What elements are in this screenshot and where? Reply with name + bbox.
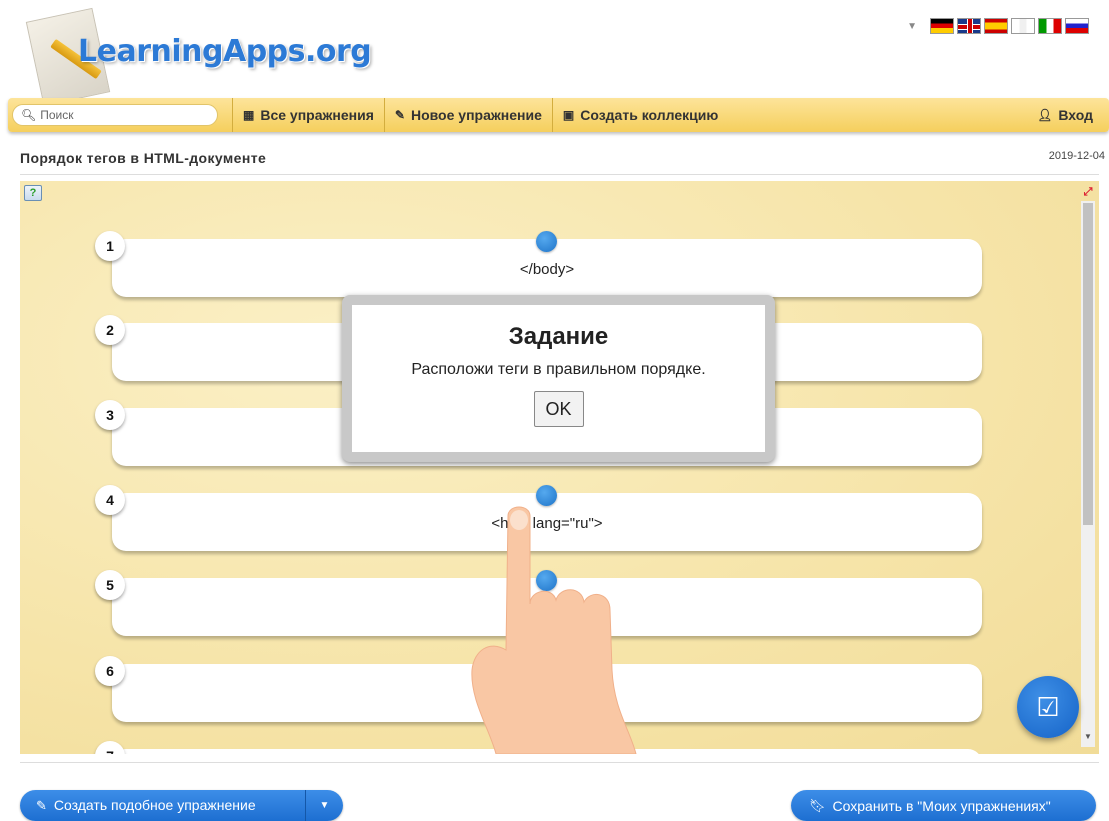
drag-handle-icon[interactable] (536, 741, 557, 754)
search-icon: 🔍︎ (21, 108, 37, 122)
flag-it-icon[interactable] (1038, 18, 1062, 34)
task-dialog: Задание Расположи теги в правильном поря… (342, 295, 775, 462)
logo-text[interactable]: LearningApps.org (78, 34, 372, 69)
page-title: Порядок тегов в HTML-документе (20, 150, 267, 166)
scrollbar-thumb[interactable] (1083, 203, 1093, 525)
order-slot-7[interactable]: 7 (95, 741, 982, 754)
page: LearningApps.org ▼ 🔍︎ ▦ Все упражнения ✎… (0, 0, 1109, 821)
divider (20, 174, 1099, 175)
task-dialog-text: Расположи теги в правильном порядке. (411, 361, 706, 378)
order-slot-1[interactable]: 1 </body> (95, 231, 982, 297)
slot-number: 3 (95, 400, 125, 430)
pencil-icon: ✎ (394, 108, 405, 122)
scroll-down-icon[interactable]: ▼ (1084, 732, 1092, 741)
save-label: Сохранить в "Моих упражнениях" (832, 797, 1051, 814)
slot-number: 7 (95, 741, 125, 754)
flag-ru-icon[interactable] (1065, 18, 1089, 34)
nav-create-collection-label: Создать коллекцию (580, 107, 719, 123)
help-icon[interactable]: ? (24, 185, 42, 201)
user-icon: 👤︎ (1037, 108, 1053, 122)
nav-login[interactable]: 👤︎ Вход (1027, 98, 1109, 132)
collection-icon: ▣ (562, 108, 575, 122)
drag-handle-icon[interactable] (536, 485, 557, 506)
slot-text: </body> (519, 261, 575, 278)
fullscreen-icon[interactable]: ⤢ (1081, 185, 1095, 199)
check-answer-button[interactable]: ☑ (1017, 676, 1079, 738)
drag-handle-icon[interactable] (536, 231, 557, 252)
slot-text: <html lang="ru"> (491, 515, 603, 532)
language-dropdown-icon[interactable]: ▼ (907, 21, 917, 32)
order-slot-6[interactable]: 6 (95, 656, 982, 722)
create-similar-label: Создать подобное упражнение (53, 797, 256, 813)
nav-create-collection[interactable]: ▣ Создать коллекцию (551, 98, 728, 132)
order-slot-5[interactable]: 5 (95, 570, 982, 636)
slot-number: 4 (95, 485, 125, 515)
flag-gb-icon[interactable] (957, 18, 981, 34)
nav-login-label: Вход (1058, 107, 1093, 123)
task-dialog-title: Задание (508, 323, 609, 350)
page-date: 2019-12-04 (1048, 150, 1105, 162)
create-similar-button[interactable]: ✎ Создать подобное упражнение ▼ (20, 790, 343, 821)
slot-number: 2 (95, 315, 125, 345)
slot-number: 6 (95, 656, 125, 686)
flag-fr-icon[interactable] (1011, 18, 1035, 34)
search-box: 🔍︎ (12, 104, 218, 126)
edit-icon: ✎ (36, 798, 47, 813)
divider (20, 762, 1099, 763)
slot-number: 5 (95, 570, 125, 600)
drag-handle-icon[interactable] (536, 570, 557, 591)
scrollbar[interactable]: ▼ (1081, 201, 1095, 747)
flag-de-icon[interactable] (930, 18, 954, 34)
ok-button[interactable]: OK (533, 391, 584, 427)
language-selector: ▼ (907, 18, 1089, 34)
grid-icon: ▦ (243, 108, 255, 122)
checkmark-icon: ☑ (1036, 692, 1060, 722)
save-to-my-exercises-button[interactable]: 🔖︎ Сохранить в "Моих упражнениях" (791, 790, 1096, 821)
order-slot-4[interactable]: 4 <html lang="ru"> (95, 485, 982, 551)
exercise-area: ? ⤢ ▼ 1 </body> 2 3 4 <html lang="ru"> 5 (20, 181, 1099, 754)
chevron-down-icon[interactable]: ▼ (305, 790, 343, 821)
navbar: 🔍︎ ▦ Все упражнения ✎ Новое упражнение ▣… (8, 98, 1109, 132)
nav-all-exercises-label: Все упражнения (260, 107, 374, 123)
nav-all-exercises[interactable]: ▦ Все упражнения (232, 98, 384, 132)
nav-new-exercise[interactable]: ✎ Новое упражнение (383, 98, 552, 132)
logo[interactable]: LearningApps.org (20, 7, 380, 107)
nav-new-exercise-label: Новое упражнение (410, 107, 542, 123)
slot-number: 1 (95, 231, 125, 261)
flag-es-icon[interactable] (984, 18, 1008, 34)
bookmark-icon: 🔖︎ (809, 797, 826, 813)
task-dialog-body: Задание Расположи теги в правильном поря… (352, 305, 765, 452)
search-input[interactable] (40, 108, 211, 122)
